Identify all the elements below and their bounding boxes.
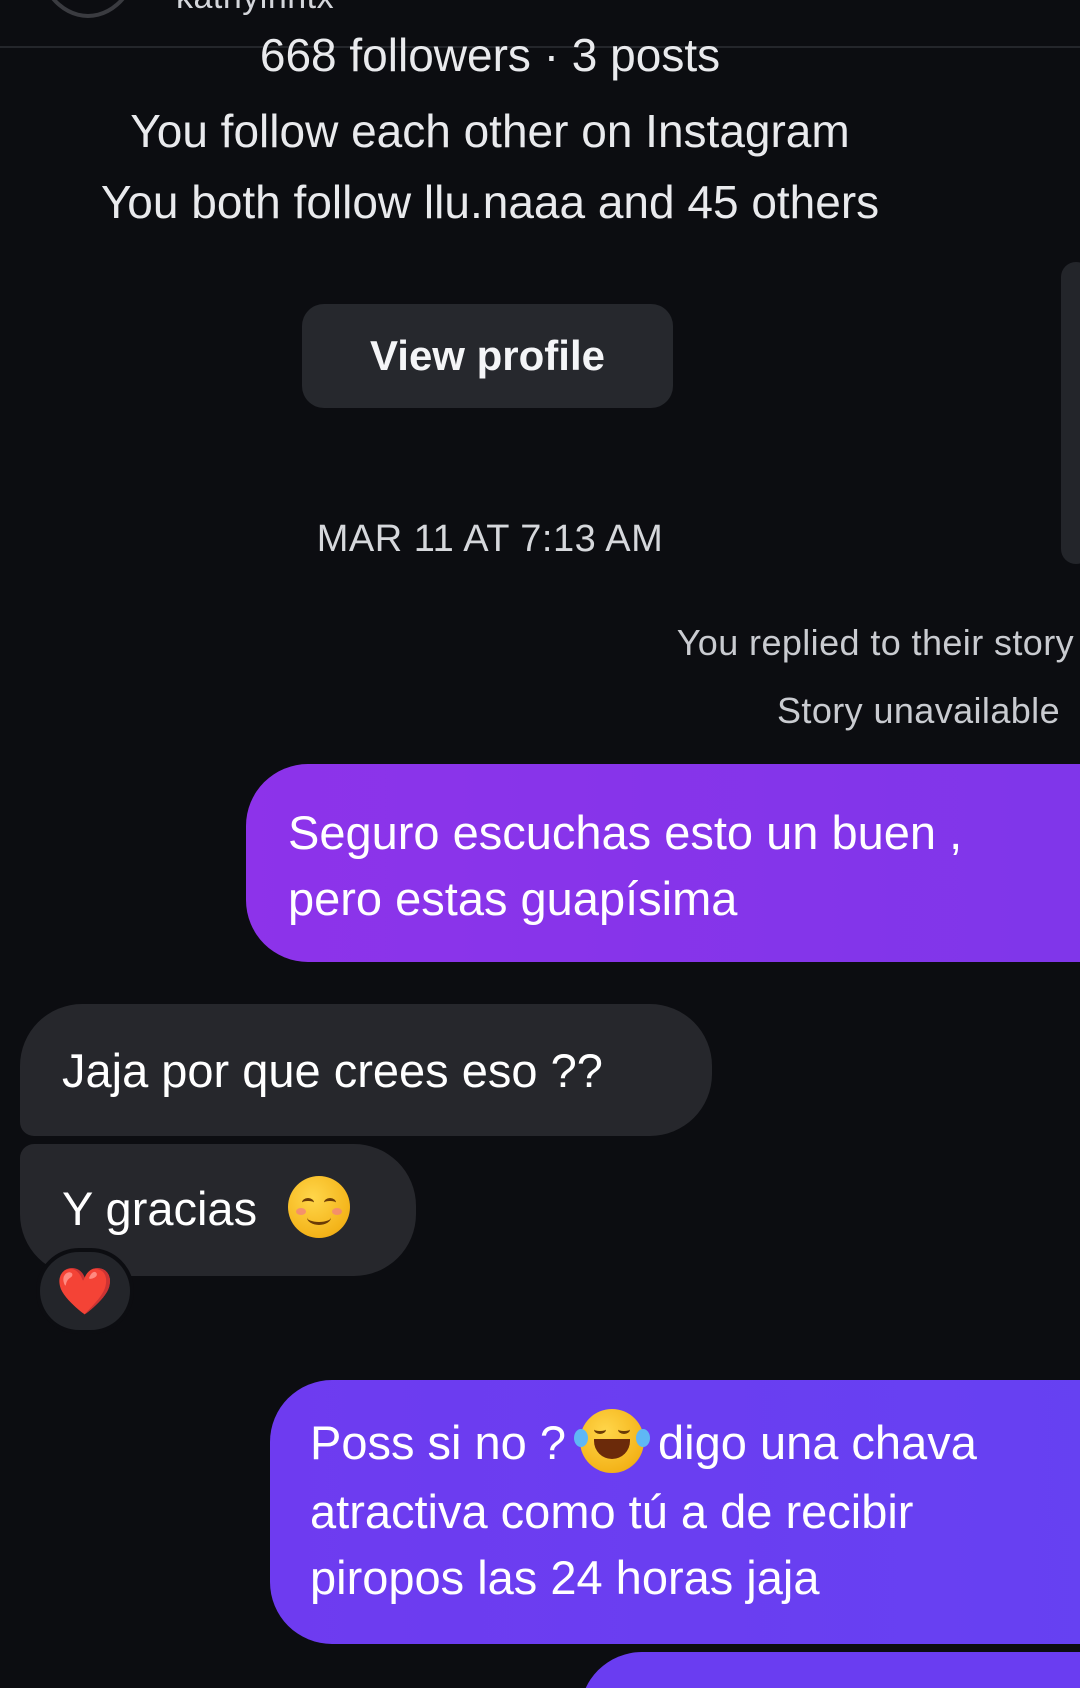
story-unavailable-label: Story unavailable [777, 690, 1060, 731]
dm-thread-screen: kathyinntx 668 followers · 3 posts You f… [0, 0, 1080, 1688]
tears-of-joy-icon [574, 1408, 651, 1473]
message-text: Poss si no ? [310, 1416, 567, 1469]
smiling-face-icon [288, 1175, 351, 1238]
scrollbar[interactable] [1061, 262, 1080, 564]
profile-avatar[interactable] [34, 0, 142, 18]
profile-username: kathyinntx [176, 0, 334, 17]
message-timestamp: MAR 11 AT 7:13 AM [316, 518, 664, 560]
heart-icon: ❤️ [56, 1265, 114, 1317]
shared-follows-text: You both follow llu.naaa and 45 others [100, 176, 880, 228]
message-text: Jaja por que crees eso ?? [62, 1044, 603, 1097]
outgoing-message[interactable]: Seguro escuchas esto un buen , pero esta… [246, 764, 1080, 962]
followers-count: 668 followers · 3 posts [259, 29, 721, 81]
message-text: Seguro escuchas esto un buen , pero esta… [288, 806, 963, 925]
outgoing-message[interactable]: Poss si no ? digo una chava atractiva com… [270, 1380, 1080, 1644]
incoming-message[interactable]: Jaja por que crees eso ?? [20, 1004, 712, 1136]
view-profile-button[interactable]: View profile [302, 304, 673, 408]
message-reaction[interactable]: ❤️ [36, 1248, 134, 1334]
mutual-follow-text: You follow each other on Instagram [130, 105, 850, 157]
story-reply-label: You replied to their story [676, 622, 1074, 663]
outgoing-message[interactable] [580, 1652, 1080, 1688]
message-text: Y gracias [62, 1182, 258, 1235]
